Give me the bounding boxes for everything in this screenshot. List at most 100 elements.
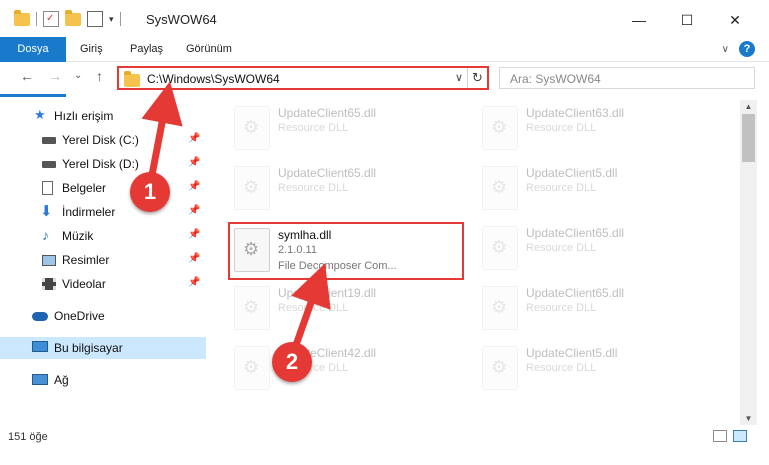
sidebar-item-downloads[interactable]: ⬇ İndirmeler 📌 — [0, 201, 206, 223]
file-description: Resource DLL — [526, 242, 597, 254]
new-folder-icon[interactable] — [65, 9, 81, 26]
sidebar-item-label: Yerel Disk (C:) — [62, 133, 139, 147]
sidebar-item-label: İndirmeler — [62, 205, 116, 219]
forward-arrow-icon[interactable]: → — [48, 68, 62, 84]
sidebar-item-label: Müzik — [62, 229, 94, 243]
view-toggle — [713, 430, 747, 442]
close-button[interactable]: ✕ — [720, 8, 750, 32]
dll-file-icon — [482, 286, 518, 330]
pin-icon[interactable]: 📌 — [188, 133, 200, 144]
pin-icon[interactable]: 📌 — [188, 253, 200, 264]
address-path[interactable]: C:\Windows\SysWOW64 — [147, 72, 280, 86]
file-description: File Decomposer Com... — [278, 260, 397, 272]
sidebar-item-disk-d[interactable]: Yerel Disk (D:) 📌 — [0, 153, 206, 175]
tab-home[interactable]: Giriş — [70, 37, 113, 61]
customize-dropdown-icon[interactable]: ▾ — [109, 14, 114, 25]
sidebar-item-label: Videolar — [62, 277, 106, 291]
help-icon[interactable]: ? — [739, 41, 755, 57]
pin-icon[interactable]: 📌 — [188, 229, 200, 240]
sidebar-item-quick-access[interactable]: ★ Hızlı erişim — [0, 105, 206, 127]
maximize-button[interactable]: ☐ — [672, 8, 702, 32]
dll-file-icon — [234, 166, 270, 210]
file-description: Resource DLL — [278, 122, 349, 134]
music-icon: ♪ — [42, 227, 49, 243]
file-item[interactable]: UpdateClient42.dll Resource DLL — [230, 342, 470, 402]
dll-file-icon — [234, 286, 270, 330]
document-icon — [42, 181, 53, 195]
separator — [119, 12, 121, 26]
drive-icon — [42, 137, 56, 144]
dll-file-icon — [482, 226, 518, 270]
file-item[interactable]: UpdateClient65.dll Resource DLL — [230, 162, 470, 222]
tab-share[interactable]: Paylaş — [120, 37, 173, 61]
step-marker-2: 2 — [272, 342, 312, 382]
sidebar-item-pictures[interactable]: Resimler 📌 — [0, 249, 206, 271]
view-options-icon[interactable] — [87, 11, 103, 27]
file-item[interactable]: UpdateClient65.dll Resource DLL — [478, 222, 718, 282]
back-arrow-icon[interactable]: ← — [20, 68, 34, 84]
sidebar-item-network[interactable]: Ağ — [0, 369, 206, 391]
pin-icon[interactable]: 📌 — [188, 277, 200, 288]
sidebar-item-this-pc[interactable]: Bu bilgisayar — [0, 337, 206, 359]
sidebar-item-documents[interactable]: Belgeler 📌 — [0, 177, 206, 199]
dll-file-icon — [234, 106, 270, 150]
cloud-icon — [32, 312, 48, 321]
large-icons-view-icon[interactable] — [733, 430, 747, 442]
sidebar-item-disk-c[interactable]: Yerel Disk (C:) 📌 — [0, 129, 206, 151]
sidebar-item-label: Hızlı erişim — [54, 109, 114, 123]
picture-icon — [42, 255, 56, 266]
search-input[interactable]: Ara: SysWOW64 — [499, 67, 755, 89]
file-item[interactable]: UpdateClient65.dll Resource DLL — [478, 282, 718, 342]
pin-icon[interactable]: 📌 — [188, 205, 200, 216]
dll-file-icon — [482, 106, 518, 150]
quick-access-toolbar: ✓ ▾ — [14, 9, 121, 27]
file-name: UpdateClient65.dll — [278, 166, 377, 180]
file-item[interactable]: UpdateClient65.dll Resource DLL — [230, 102, 470, 162]
file-description: Resource DLL — [278, 302, 349, 314]
pin-icon[interactable]: 📌 — [188, 181, 200, 192]
address-bar[interactable]: C:\Windows\SysWOW64 ∨ ↻ — [117, 66, 489, 90]
file-version: 2.1.0.11 — [278, 244, 317, 256]
step-marker-1: 1 — [130, 172, 170, 212]
refresh-icon[interactable]: ↻ — [467, 68, 487, 88]
search-placeholder: Ara: SysWOW64 — [510, 72, 601, 86]
window-title: SysWOW64 — [146, 12, 217, 27]
scrollbar-thumb[interactable] — [742, 114, 755, 162]
ribbon-tabs: Dosya Giriş Paylaş Görünüm ∨ ? — [0, 37, 769, 97]
file-item[interactable]: UpdateClient63.dll Resource DLL — [478, 102, 718, 162]
sidebar-item-label: Yerel Disk (D:) — [62, 157, 139, 171]
video-icon — [42, 278, 56, 290]
file-description: Resource DLL — [526, 182, 597, 194]
scroll-down-icon[interactable]: ▼ — [740, 414, 757, 423]
file-item[interactable]: UpdateClient5.dll Resource DLL — [478, 342, 718, 402]
dll-file-icon — [234, 346, 270, 390]
folder-icon — [14, 9, 30, 26]
file-description: Resource DLL — [526, 122, 597, 134]
ribbon-expand-icon[interactable]: ∨ — [722, 44, 729, 55]
file-name: UpdateClient5.dll — [526, 346, 618, 360]
properties-icon[interactable]: ✓ — [43, 11, 59, 27]
scroll-up-icon[interactable]: ▲ — [740, 102, 757, 111]
star-icon: ★ — [34, 107, 46, 122]
pin-icon[interactable]: 📌 — [188, 157, 200, 168]
file-description: Resource DLL — [526, 362, 597, 374]
tab-view[interactable]: Görünüm — [176, 37, 242, 61]
sidebar-item-music[interactable]: ♪ Müzik 📌 — [0, 225, 206, 247]
title-bar: ✓ ▾ SysWOW64 — ☐ ✕ — [0, 0, 769, 40]
minimize-button[interactable]: — — [624, 8, 654, 32]
sidebar-item-videos[interactable]: Videolar 📌 — [0, 273, 206, 295]
vertical-scrollbar[interactable]: ▲ ▼ — [740, 100, 757, 425]
recent-locations-icon[interactable]: ⌄ — [74, 70, 82, 81]
file-name: UpdateClient5.dll — [526, 166, 618, 180]
file-item-symlha[interactable]: symlha.dll 2.1.0.11 File Decomposer Com.… — [228, 222, 464, 280]
navigation-bar: ← → ⌄ ↑ C:\Windows\SysWOW64 ∨ ↻ Ara: Sys… — [0, 62, 769, 94]
drive-icon — [42, 161, 56, 168]
download-icon: ⬇ — [40, 203, 53, 220]
details-view-icon[interactable] — [713, 430, 727, 442]
up-arrow-icon[interactable]: ↑ — [96, 68, 103, 84]
sidebar-item-onedrive[interactable]: OneDrive — [0, 305, 206, 327]
file-item[interactable]: UpdateClient5.dll Resource DLL — [478, 162, 718, 222]
file-item[interactable]: UpdateClient19.dll Resource DLL — [230, 282, 470, 342]
address-dropdown-icon[interactable]: ∨ — [455, 71, 463, 84]
file-name: UpdateClient63.dll — [526, 106, 625, 120]
